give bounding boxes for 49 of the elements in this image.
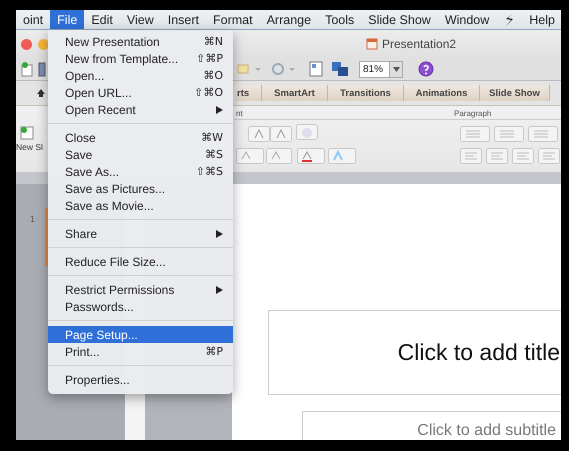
menu-bar-item[interactable]: Help: [522, 10, 562, 29]
menu-bar-item[interactable]: View: [120, 10, 161, 29]
app-menu[interactable]: oint: [16, 10, 50, 29]
menu-bar-item[interactable]: Insert: [160, 10, 206, 29]
shortcut-label: ⌘O: [203, 69, 223, 82]
shortcut-label: ⌘S: [205, 148, 223, 161]
menu-item[interactable]: Reduce File Size...: [48, 253, 233, 270]
ribbon-group-label: Paragraph: [454, 109, 492, 118]
shortcut-label: ⇧⌘S: [196, 165, 223, 178]
ribbon-tab[interactable]: Transitions: [328, 85, 404, 101]
menu-item[interactable]: Open Recent: [48, 101, 233, 118]
menu-item[interactable]: Save as Pictures...: [48, 180, 233, 197]
menu-bar-item[interactable]: Arrange: [260, 10, 318, 29]
ribbon-tab[interactable]: rts: [235, 85, 262, 101]
shortcut-label: ⌘P: [205, 345, 223, 358]
menu-item[interactable]: Open... ⌘O: [48, 67, 233, 84]
menu-item[interactable]: Print... ⌘P: [48, 343, 233, 360]
title-placeholder[interactable]: Click to add title: [268, 310, 561, 395]
subtitle-placeholder[interactable]: Click to add subtitle: [302, 411, 561, 440]
menu-item[interactable]: New from Template... ⇧⌘P: [48, 50, 233, 67]
menu-bar-item[interactable]: Window: [438, 10, 496, 29]
ribbon-tab[interactable]: SmartArt: [262, 85, 328, 101]
shortcut-label: ⌘W: [201, 131, 223, 144]
menu-bar-item[interactable]: Tools: [318, 10, 362, 29]
menu-bar-item[interactable]: File: [50, 10, 84, 29]
menu-item[interactable]: New Presentation ⌘N: [48, 33, 233, 50]
menu-item[interactable]: Save as Movie...: [48, 197, 233, 214]
menu-item[interactable]: Save ⌘S: [48, 146, 233, 163]
shortcut-label: ⇧⌘P: [196, 52, 223, 65]
menu-bar-item[interactable]: Format: [206, 10, 260, 29]
window-title: Presentation2: [382, 37, 456, 51]
menu-item[interactable]: Close ⌘W: [48, 129, 233, 146]
menu-item[interactable]: Properties...: [48, 371, 233, 388]
menu-item[interactable]: Share: [48, 225, 233, 242]
slide-number: 1: [30, 214, 36, 224]
menu-item[interactable]: Restrict Permissions: [48, 281, 233, 298]
ribbon-tab[interactable]: Animations: [404, 85, 480, 101]
ribbon-group-label: nt: [236, 109, 243, 118]
shortcut-label: ⇧⌘O: [194, 86, 223, 99]
menu-item[interactable]: Page Setup...: [48, 326, 233, 343]
menu-item[interactable]: Save As... ⇧⌘S: [48, 163, 233, 180]
menu-bar-item[interactable]: Edit: [84, 10, 120, 29]
zoom-field[interactable]: 81%: [359, 60, 404, 78]
menu-bar-item[interactable]: Slide Show: [361, 10, 438, 29]
ribbon-tab[interactable]: Slide Show: [480, 85, 550, 101]
shortcut-label: ⌘N: [204, 35, 223, 48]
menu-item[interactable]: Passwords...: [48, 298, 233, 315]
new-slide-button[interactable]: New Sl: [16, 126, 43, 152]
menu-item[interactable]: Open URL... ⇧⌘O: [48, 84, 233, 101]
